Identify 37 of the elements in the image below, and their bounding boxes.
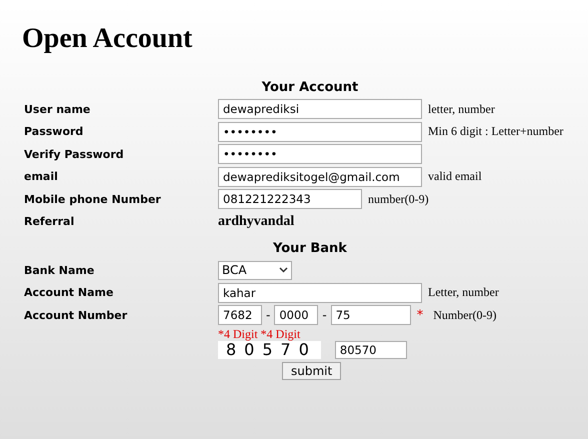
captcha-image: 80570 <box>218 340 321 358</box>
field-label: email <box>24 170 59 184</box>
account-number-field[interactable]: 75 <box>330 305 411 326</box>
text-field[interactable]: 081221222343 <box>218 189 362 210</box>
field-label: User name <box>24 102 92 116</box>
field-hint: valid email <box>428 169 482 184</box>
dash-separator: - <box>266 308 270 322</box>
text-field[interactable]: kahar <box>218 282 422 303</box>
text-field[interactable]: •••••••• <box>218 122 422 142</box>
field-label: Bank Name <box>24 264 96 277</box>
field-label: Referral <box>24 215 76 228</box>
text-field[interactable]: •••••••• <box>218 144 422 164</box>
bank-select[interactable]: BCA <box>218 260 292 280</box>
field-label: Account Name <box>24 286 114 300</box>
section-heading: Your Account <box>260 80 360 96</box>
referral-value: ardhyvandal <box>218 214 294 230</box>
text-field[interactable]: dewaprediksi <box>218 99 422 120</box>
digit-note: *4 Digit *4 Digit <box>218 326 302 340</box>
account-number-field[interactable]: 7682 <box>218 305 262 326</box>
account-number-field[interactable]: 0000 <box>274 305 318 326</box>
field-label: Mobile phone Number <box>24 192 162 206</box>
field-hint: number(0-9) <box>368 192 429 207</box>
page-title: Open Account <box>22 22 194 56</box>
field-label: Verify Password <box>24 148 125 161</box>
field-hint: letter, number <box>428 102 495 117</box>
captcha-field[interactable]: 80570 <box>334 340 407 358</box>
field-label: Password <box>24 125 84 138</box>
field-label: Account Number <box>24 308 128 322</box>
chevron-icon <box>279 267 288 274</box>
submit-button[interactable]: submit <box>282 362 342 380</box>
dash-separator: - <box>322 308 327 322</box>
field-hint: Letter, number <box>428 285 499 300</box>
text-field[interactable]: dewaprediksitogel@gmail.com <box>218 166 422 187</box>
field-hint: Min 6 digit : Letter+number <box>428 124 564 140</box>
section-heading: Your Bank <box>272 241 348 257</box>
required-marker: * <box>416 308 424 323</box>
field-hint: Number(0-9) <box>433 308 496 323</box>
